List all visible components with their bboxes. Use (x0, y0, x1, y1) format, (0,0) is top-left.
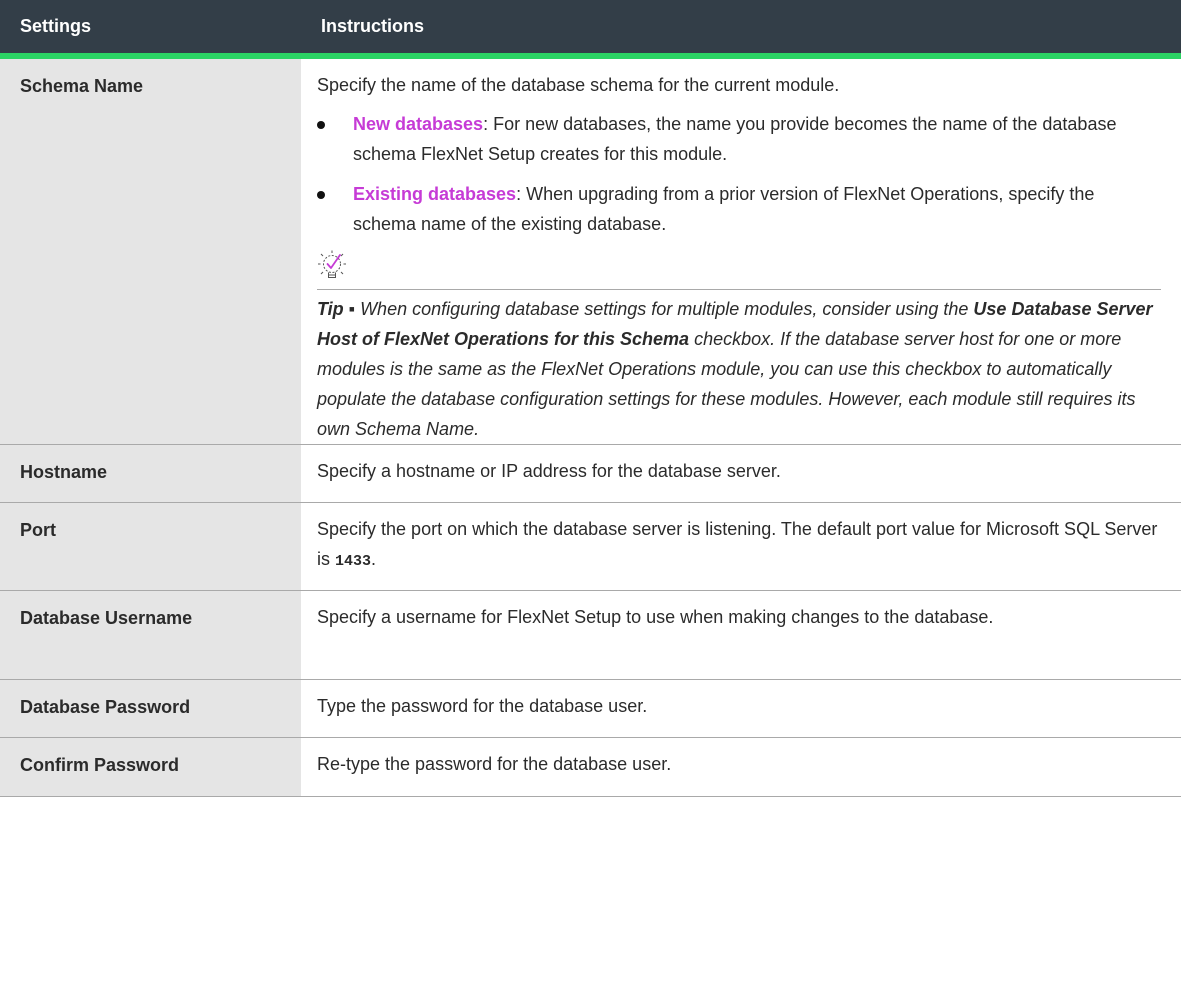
instruction-text: Re-type the password for the database us… (317, 754, 672, 774)
setting-instructions: Re-type the password for the database us… (301, 737, 1181, 797)
list-item: Existing databases: When upgrading from … (317, 179, 1161, 239)
table-row: Schema Name Specify the name of the data… (0, 56, 1181, 445)
term-existing-databases: Existing databases (353, 184, 517, 204)
setting-instructions: Type the password for the database user. (301, 679, 1181, 738)
instruction-text: Specify the name of the database schema … (317, 75, 840, 95)
table-header-row: Settings Instructions (0, 0, 1181, 59)
instruction-text: Specify a username for FlexNet Setup to … (317, 607, 994, 627)
setting-instructions: Specify the name of the database schema … (301, 56, 1181, 445)
tip-note: Tip ▪ When configuring database settings… (317, 294, 1161, 444)
bullet-icon (317, 121, 325, 129)
default-port-value: 1433 (335, 553, 372, 570)
setting-instructions: Specify the port on which the database s… (301, 502, 1181, 591)
term-separator: : (516, 184, 527, 204)
setting-label: Schema Name (0, 56, 301, 445)
term-new-databases: New databases (353, 114, 484, 134)
header-settings: Settings (0, 0, 301, 59)
setting-instructions: Specify a username for FlexNet Setup to … (301, 590, 1181, 680)
setting-label: Port (0, 502, 301, 591)
settings-table: Settings Instructions Schema Name Specif… (0, 0, 1181, 797)
tip-divider (317, 289, 1161, 290)
instruction-text: Type the password for the database user. (317, 696, 648, 716)
setting-label: Confirm Password (0, 737, 301, 797)
port-description-end: . (371, 549, 377, 569)
port-description: Specify the port on which the database s… (317, 519, 1158, 569)
instruction-text: Specify a hostname or IP address for the… (317, 461, 781, 481)
bullet-list: New databases: For new databases, the na… (317, 109, 1161, 239)
setting-label: Hostname (0, 444, 301, 503)
header-instructions: Instructions (301, 0, 1181, 59)
list-item: New databases: For new databases, the na… (317, 109, 1161, 169)
table-row: Hostname Specify a hostname or IP addres… (0, 444, 1181, 503)
tip-lead: Tip ▪ (317, 299, 356, 319)
table-row: Database Password Type the password for … (0, 679, 1181, 738)
setting-label: Database Password (0, 679, 301, 738)
setting-label: Database Username (0, 590, 301, 680)
table-row: Port Specify the port on which the datab… (0, 502, 1181, 591)
table-row: Database Username Specify a username for… (0, 590, 1181, 680)
term-separator: : (483, 114, 494, 134)
instruction-text: Specify the port on which the database s… (317, 514, 1161, 577)
lightbulb-check-icon (318, 250, 346, 278)
setting-instructions: Specify a hostname or IP address for the… (301, 444, 1181, 503)
table-row: Confirm Password Re-type the password fo… (0, 737, 1181, 797)
bullet-icon (317, 191, 325, 199)
tip-text: When configuring database settings for m… (355, 299, 974, 319)
